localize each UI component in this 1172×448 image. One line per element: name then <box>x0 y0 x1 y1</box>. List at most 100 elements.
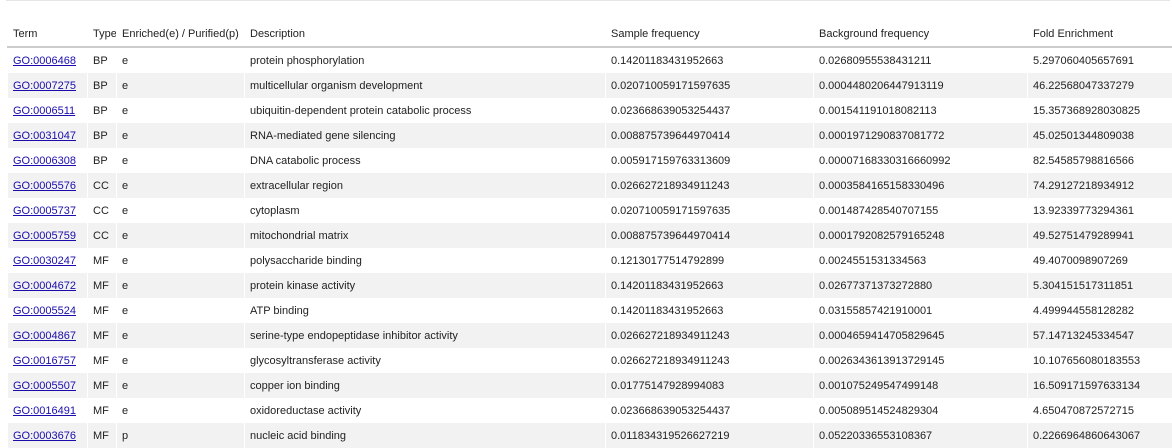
table-row: GO:0003676MFpnucleic acid binding0.01183… <box>8 423 1172 448</box>
term-cell: GO:0006468 <box>8 47 88 73</box>
sample-frequency-cell: 0.12130177514792899 <box>606 248 814 273</box>
go-term-link[interactable]: GO:0031047 <box>13 130 76 142</box>
background-frequency-cell: 0.0026343613913729145 <box>814 348 1028 373</box>
type-cell: CC <box>88 223 117 248</box>
go-term-link[interactable]: GO:0005576 <box>13 180 76 192</box>
background-frequency-cell: 0.02680955538431211 <box>814 47 1028 73</box>
enriched-purified-cell: e <box>117 248 245 273</box>
enriched-purified-cell: e <box>117 398 245 423</box>
fold-enrichment-cell: 57.14713245334547 <box>1028 323 1172 348</box>
go-term-link[interactable]: GO:0006511 <box>13 105 75 117</box>
go-term-link[interactable]: GO:0007275 <box>13 80 76 92</box>
go-term-link[interactable]: GO:0004672 <box>13 280 76 292</box>
sample-frequency-cell: 0.026627218934911243 <box>606 323 814 348</box>
description-cell: multicellular organism development <box>245 73 606 98</box>
sample-frequency-cell: 0.008875739644970414 <box>606 223 814 248</box>
description-cell: ATP binding <box>245 298 606 323</box>
term-cell: GO:0006511 <box>8 98 88 123</box>
background-frequency-cell: 0.0004659414705829645 <box>814 323 1028 348</box>
description-cell: protein phosphorylation <box>245 47 606 73</box>
type-cell: MF <box>88 348 117 373</box>
sample-frequency-cell: 0.026627218934911243 <box>606 348 814 373</box>
enriched-purified-cell: e <box>117 323 245 348</box>
sample-frequency-cell: 0.008875739644970414 <box>606 123 814 148</box>
description-cell: polysaccharide binding <box>245 248 606 273</box>
type-cell: MF <box>88 323 117 348</box>
go-term-link[interactable]: GO:0005759 <box>13 230 76 242</box>
type-cell: MF <box>88 273 117 298</box>
fold-enrichment-cell: 4.650470872572715 <box>1028 398 1172 423</box>
go-term-link[interactable]: GO:0030247 <box>13 255 76 267</box>
table-row: GO:0007275BPemulticellular organism deve… <box>8 73 1172 98</box>
fold-enrichment-cell: 46.22568047337279 <box>1028 73 1172 98</box>
enriched-purified-cell: e <box>117 298 245 323</box>
sample-frequency-cell: 0.023668639053254437 <box>606 98 814 123</box>
description-cell: extracellular region <box>245 173 606 198</box>
type-cell: CC <box>88 173 117 198</box>
sample-frequency-cell: 0.026627218934911243 <box>606 173 814 198</box>
go-term-link[interactable]: GO:0016491 <box>13 405 76 417</box>
go-term-link[interactable]: GO:0005524 <box>13 305 76 317</box>
sample-frequency-cell: 0.023668639053254437 <box>606 398 814 423</box>
table-row: GO:0005524MFeATP binding0.14201183431952… <box>8 298 1172 323</box>
type-cell: MF <box>88 398 117 423</box>
go-enrichment-table: Term Type Enriched(e) / Purified(p) Desc… <box>7 21 1172 448</box>
table-row: GO:0006468BPeprotein phosphorylation0.14… <box>8 47 1172 73</box>
background-frequency-cell: 0.0003584165158330496 <box>814 173 1028 198</box>
type-cell: BP <box>88 47 117 73</box>
enriched-purified-cell: e <box>117 148 245 173</box>
go-term-link[interactable]: GO:0003676 <box>13 430 76 442</box>
enriched-purified-cell: e <box>117 173 245 198</box>
table-row: GO:0004867MFeserine-type endopeptidase i… <box>8 323 1172 348</box>
enriched-purified-cell: p <box>117 423 245 448</box>
column-header-sample-frequency: Sample frequency <box>606 21 814 47</box>
type-cell: MF <box>88 248 117 273</box>
background-frequency-cell: 0.001075249547499148 <box>814 373 1028 398</box>
fold-enrichment-cell: 74.29127218934912 <box>1028 173 1172 198</box>
go-term-link[interactable]: GO:0006308 <box>13 155 76 167</box>
term-cell: GO:0016491 <box>8 398 88 423</box>
background-frequency-cell: 0.02677371373272880 <box>814 273 1028 298</box>
term-cell: GO:0004867 <box>8 323 88 348</box>
background-frequency-cell: 0.0004480206447913119 <box>814 73 1028 98</box>
go-term-link[interactable]: GO:0016757 <box>13 355 76 367</box>
description-cell: oxidoreductase activity <box>245 398 606 423</box>
table-row: GO:0004672MFeprotein kinase activity0.14… <box>8 273 1172 298</box>
sample-frequency-cell: 0.011834319526627219 <box>606 423 814 448</box>
go-term-link[interactable]: GO:0006468 <box>13 55 76 67</box>
type-cell: BP <box>88 123 117 148</box>
fold-enrichment-cell: 15.357368928030825 <box>1028 98 1172 123</box>
term-cell: GO:0006308 <box>8 148 88 173</box>
table-row: GO:0005507MFecopper ion binding0.0177514… <box>8 373 1172 398</box>
type-cell: MF <box>88 298 117 323</box>
background-frequency-cell: 0.001487428540707155 <box>814 198 1028 223</box>
enriched-purified-cell: e <box>117 47 245 73</box>
enriched-purified-cell: e <box>117 273 245 298</box>
table-body: GO:0006468BPeprotein phosphorylation0.14… <box>8 47 1172 448</box>
sample-frequency-cell: 0.005917159763313609 <box>606 148 814 173</box>
table-row: GO:0030247 MFepolysaccharide binding0.121… <box>8 248 1172 273</box>
go-term-link[interactable]: GO:0005737 <box>13 205 76 217</box>
background-frequency-cell: 0.05220336553108367 <box>814 423 1028 448</box>
fold-enrichment-cell: 49.52751479289941 <box>1028 223 1172 248</box>
description-cell: DNA catabolic process <box>245 148 606 173</box>
enriched-purified-cell: e <box>117 73 245 98</box>
column-header-description: Description <box>245 21 606 47</box>
fold-enrichment-cell: 10.107656080183553 <box>1028 348 1172 373</box>
background-frequency-cell: 0.03155857421910001 <box>814 298 1028 323</box>
background-frequency-cell: 0.0024551531334563 <box>814 248 1028 273</box>
enriched-purified-cell: e <box>117 373 245 398</box>
fold-enrichment-cell: 5.297060405657691 <box>1028 47 1172 73</box>
go-term-link[interactable]: GO:0005507 <box>13 380 76 392</box>
table-header: Term Type Enriched(e) / Purified(p) Desc… <box>8 21 1172 47</box>
enriched-purified-cell: e <box>117 98 245 123</box>
fold-enrichment-cell: 13.92339773294361 <box>1028 198 1172 223</box>
term-cell: GO:0003676 <box>8 423 88 448</box>
fold-enrichment-cell: 45.02501344809038 <box>1028 123 1172 148</box>
go-term-link[interactable]: GO:0004867 <box>13 330 76 342</box>
enriched-purified-cell: e <box>117 223 245 248</box>
fold-enrichment-cell: 0.2266964860643067 <box>1028 423 1172 448</box>
fold-enrichment-cell: 5.304151517311851 <box>1028 273 1172 298</box>
table-row: GO:0006308BPeDNA catabolic process0.0059… <box>8 148 1172 173</box>
column-header-enriched-purified: Enriched(e) / Purified(p) <box>117 21 245 47</box>
